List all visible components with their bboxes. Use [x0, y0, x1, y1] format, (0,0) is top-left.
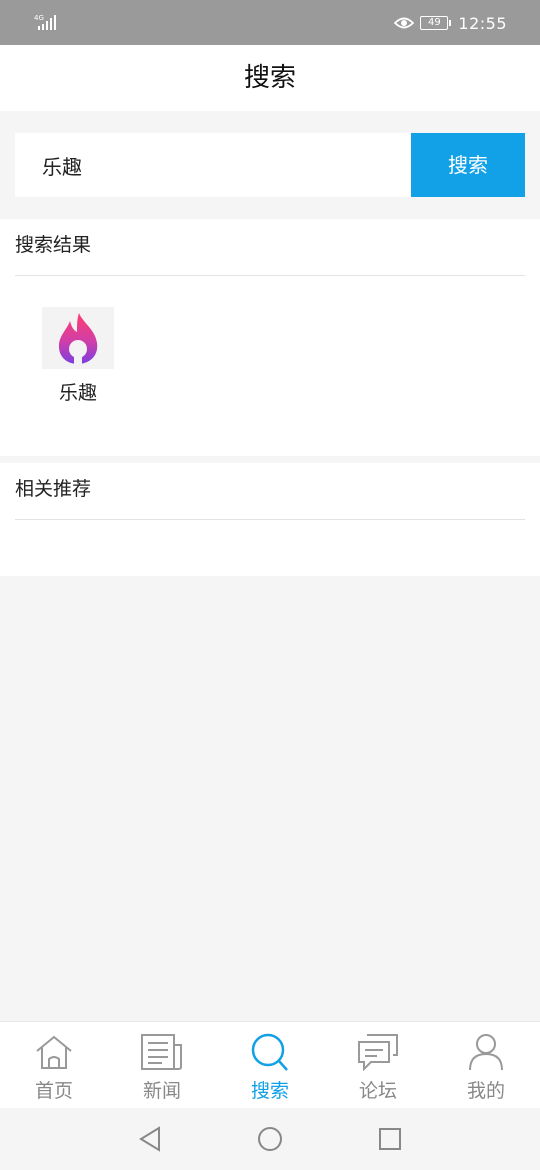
bottom-tab-bar: 首页 新闻 搜索 论坛 我的: [0, 1021, 540, 1109]
tab-search[interactable]: 搜索: [216, 1022, 324, 1109]
page-title: 搜索: [0, 45, 540, 111]
search-results-section: 搜索结果 乐趣: [0, 219, 540, 456]
tab-mine[interactable]: 我的: [432, 1022, 540, 1109]
status-time: 12:55: [458, 13, 507, 33]
search-results-heading: 搜索结果: [15, 219, 525, 276]
battery-indicator: 49: [420, 16, 452, 30]
newspaper-icon: [141, 1034, 182, 1070]
eye-icon: [394, 17, 415, 29]
tab-news[interactable]: 新闻: [108, 1022, 216, 1109]
tab-label: 论坛: [358, 1080, 397, 1102]
tab-label: 我的: [466, 1080, 505, 1102]
tab-label: 首页: [34, 1080, 73, 1102]
system-nav-bar: [0, 1108, 540, 1170]
result-item[interactable]: 乐趣: [42, 307, 114, 405]
recommend-section: 相关推荐: [0, 463, 540, 576]
result-item-name: 乐趣: [58, 382, 97, 404]
status-right: 49 12:55: [394, 11, 507, 35]
tab-home[interactable]: 首页: [0, 1022, 108, 1109]
tab-label: 搜索: [250, 1080, 289, 1102]
search-icon: [251, 1033, 288, 1071]
status-bar: 4G 49 12:55: [0, 0, 540, 45]
search-button[interactable]: 搜索: [411, 133, 525, 197]
recents-icon[interactable]: [377, 1126, 403, 1152]
signal-icon: 4G: [34, 14, 56, 30]
forum-icon: [358, 1034, 398, 1071]
home-circle-icon[interactable]: [257, 1126, 283, 1152]
back-icon[interactable]: [137, 1126, 163, 1152]
home-icon: [36, 1035, 72, 1069]
tab-forum[interactable]: 论坛: [324, 1022, 432, 1109]
user-icon: [469, 1034, 503, 1071]
recommend-heading: 相关推荐: [15, 463, 525, 520]
flame-app-icon: [42, 307, 114, 369]
search-input[interactable]: [15, 133, 411, 197]
search-area: 搜索: [0, 111, 540, 219]
svg-text:4G: 4G: [34, 14, 44, 22]
tab-label: 新闻: [142, 1080, 181, 1102]
